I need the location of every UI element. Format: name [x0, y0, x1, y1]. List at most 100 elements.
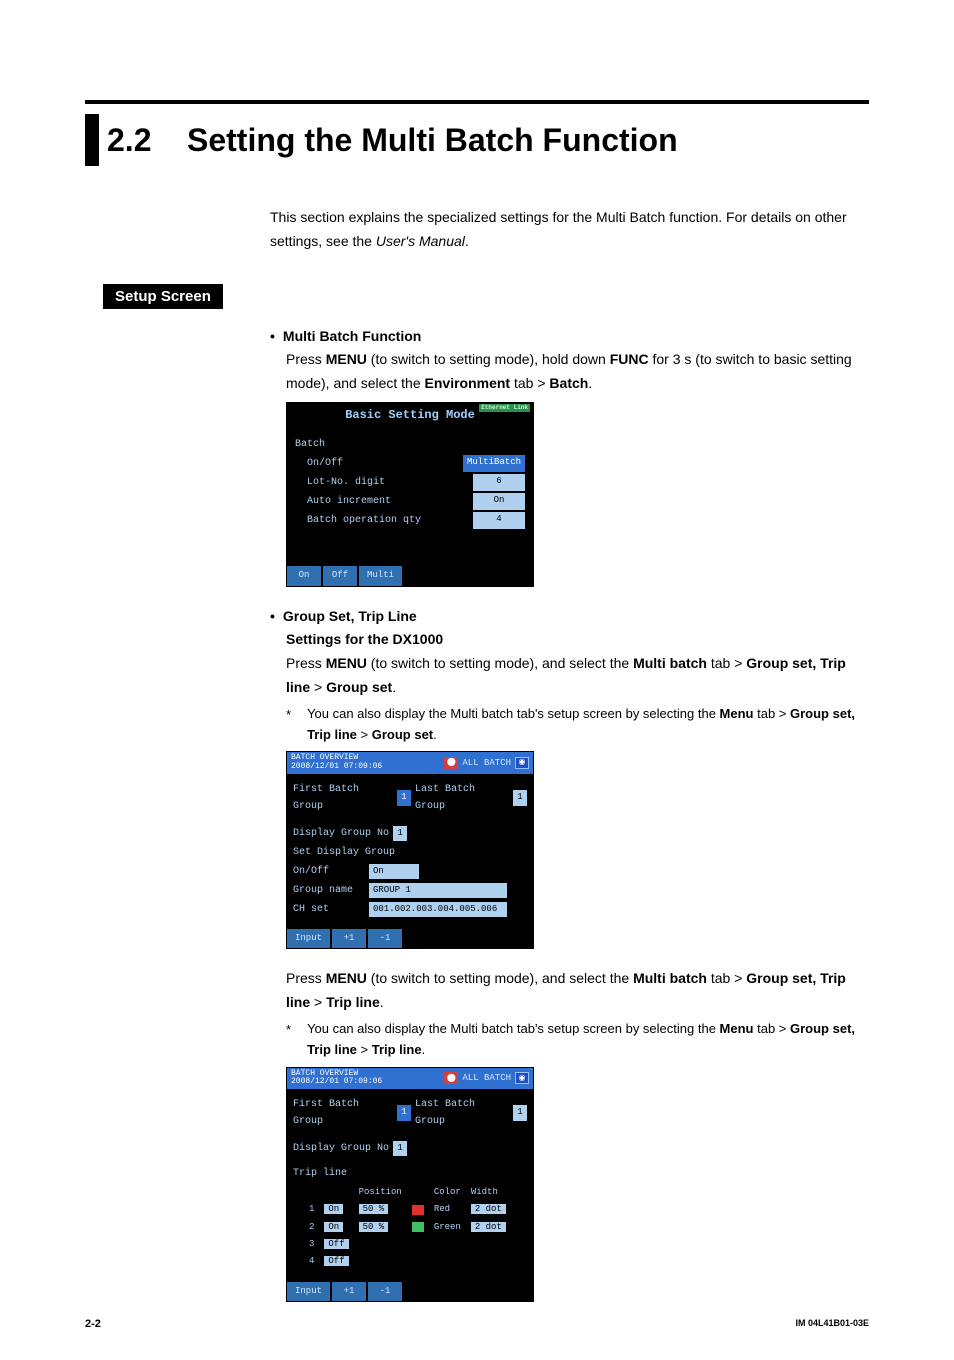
col-position: Position	[355, 1185, 406, 1200]
asterisk: *	[286, 704, 291, 746]
softkey-button[interactable]: Input	[287, 929, 330, 948]
onoff-value[interactable]: On	[369, 864, 419, 879]
screenshot-basic-setting-mode: Basic Setting Mode Ethernet Link Batch O…	[286, 402, 534, 587]
trip-value[interactable]: 50 %	[359, 1222, 389, 1232]
last-batch-group-value[interactable]: 1	[513, 790, 527, 805]
section-number: 2.2	[107, 122, 187, 159]
trip-note: * You can also display the Multi batch t…	[286, 1019, 869, 1061]
trip-row: 2On50 %Green2 dot	[305, 1220, 510, 1235]
trip-row: 4Off	[305, 1254, 510, 1269]
t: Press	[286, 655, 326, 671]
t: >	[357, 1042, 372, 1057]
col-color: Color	[430, 1185, 465, 1200]
t: Multi batch	[633, 655, 707, 671]
note-text: You can also display the Multi batch tab…	[307, 1019, 869, 1061]
ss1-value[interactable]: 6	[473, 474, 525, 491]
t: (to switch to setting mode), hold down	[367, 351, 610, 367]
trip-line-table: Position Color Width 1On50 %Red2 dot2On5…	[303, 1183, 512, 1271]
ss1-value[interactable]: MultiBatch	[463, 455, 525, 472]
record-icon: ⬤	[444, 1072, 458, 1084]
asterisk: *	[286, 1019, 291, 1061]
display-group-no-value[interactable]: 1	[393, 1141, 407, 1156]
bullet-dot: •	[270, 605, 275, 629]
ss3-title-left: BATCH OVERVIEW 2008/12/01 07:09:06	[291, 1070, 382, 1088]
ss2-title-left: BATCH OVERVIEW 2008/12/01 07:09:06	[291, 754, 382, 772]
ss1-label: Batch operation qty	[295, 512, 421, 529]
col-width: Width	[467, 1185, 510, 1200]
all-batch-label: ALL BATCH	[462, 1071, 511, 1086]
gst-note: * You can also display the Multi batch t…	[286, 704, 869, 746]
note-text: You can also display the Multi batch tab…	[307, 704, 869, 746]
t: tab >	[510, 375, 549, 391]
ss1-value[interactable]: 4	[473, 512, 525, 529]
ss2-titlebar: BATCH OVERVIEW 2008/12/01 07:09:06 ⬤ ALL…	[287, 752, 533, 774]
softkey-button[interactable]: Off	[323, 566, 357, 585]
bullet-title-gst: Group Set, Trip Line	[283, 605, 417, 629]
section-heading: 2.2 Setting the Multi Batch Function	[85, 114, 869, 166]
trip-value[interactable]: On	[324, 1222, 343, 1232]
ss2-body: First Batch Group 1 Last Batch Group 1 D…	[287, 774, 533, 929]
display-group-no-value[interactable]: 1	[393, 826, 407, 841]
t: tab >	[754, 1021, 791, 1036]
t: tab >	[754, 706, 791, 721]
trip-value[interactable]: 2 dot	[471, 1204, 506, 1214]
softkey-button[interactable]: +1	[332, 929, 366, 948]
content-block: • Multi Batch Function Press MENU (to sw…	[270, 325, 869, 1302]
ss3-body: First Batch Group 1 Last Batch Group 1 D…	[287, 1089, 533, 1281]
t: .	[380, 994, 384, 1010]
softkey-button[interactable]: Multi	[359, 566, 402, 585]
intro-manual: User's Manual	[376, 233, 465, 249]
last-batch-group-label: Last Batch Group	[415, 1096, 509, 1130]
softkey-button[interactable]: -1	[368, 929, 402, 948]
bullet-group-set-trip-line: • Group Set, Trip Line	[270, 605, 869, 629]
t: FUNC	[610, 351, 649, 367]
intro-paragraph: This section explains the specialized se…	[270, 206, 869, 254]
ss1-label: Batch	[295, 436, 325, 453]
softkey-button[interactable]: Input	[287, 1282, 330, 1301]
ss3-titlebar: BATCH OVERVIEW 2008/12/01 07:09:06 ⬤ ALL…	[287, 1068, 533, 1090]
ss1-row: Batch	[295, 435, 525, 454]
softkey-button[interactable]: -1	[368, 1282, 402, 1301]
last-batch-group-value[interactable]: 1	[513, 1105, 527, 1120]
page-number: 2-2	[85, 1318, 101, 1330]
ch-set-value[interactable]: 001.002.003.004.005.006	[369, 902, 507, 917]
last-batch-group-label: Last Batch Group	[415, 781, 509, 815]
ss1-label: Lot-No. digit	[295, 474, 385, 491]
group-name-value[interactable]: GROUP 1	[369, 883, 507, 898]
first-batch-group-value[interactable]: 1	[397, 1105, 411, 1120]
trip-value[interactable]: Off	[324, 1256, 348, 1266]
first-batch-group-label: First Batch Group	[293, 1096, 393, 1130]
trip-value[interactable]: Off	[324, 1239, 348, 1249]
softkey-button[interactable]: On	[287, 566, 321, 585]
trip-row: 3Off	[305, 1237, 510, 1252]
doc-id: IM 04L41B01-03E	[795, 1318, 869, 1330]
ss1-label: Auto increment	[295, 493, 391, 510]
t: You can also display the Multi batch tab…	[307, 706, 719, 721]
section-title: Setting the Multi Batch Function	[187, 122, 678, 159]
t: You can also display the Multi batch tab…	[307, 1021, 719, 1036]
t: >	[357, 727, 372, 742]
trip-row: 1On50 %Red2 dot	[305, 1202, 510, 1217]
display-group-no-label: Display Group No	[293, 825, 389, 842]
ss1-row: Batch operation qty 4	[295, 511, 525, 530]
t: >	[310, 994, 326, 1010]
ss1-value[interactable]: On	[473, 493, 525, 510]
ss1-row: Lot-No. digit 6	[295, 473, 525, 492]
t: Menu	[720, 706, 754, 721]
ss2-icons: ⬤ ALL BATCH ◉	[444, 756, 529, 771]
t: Press	[286, 970, 326, 986]
first-batch-group-value[interactable]: 1	[397, 790, 411, 805]
ss2-footer: Input+1-1	[287, 929, 533, 948]
trip-value[interactable]: 2 dot	[471, 1222, 506, 1232]
t: .	[588, 375, 592, 391]
t: Trip line	[326, 994, 380, 1010]
trip-value[interactable]: On	[324, 1204, 343, 1214]
t: Trip line	[372, 1042, 422, 1057]
trip-value[interactable]: 50 %	[359, 1204, 389, 1214]
t: (to switch to setting mode), and select …	[367, 970, 633, 986]
bullet-title-mbf: Multi Batch Function	[283, 325, 421, 349]
gst-instruction: Press MENU (to switch to setting mode), …	[286, 652, 869, 700]
t: tab >	[707, 655, 746, 671]
t: Press	[286, 351, 326, 367]
softkey-button[interactable]: +1	[332, 1282, 366, 1301]
